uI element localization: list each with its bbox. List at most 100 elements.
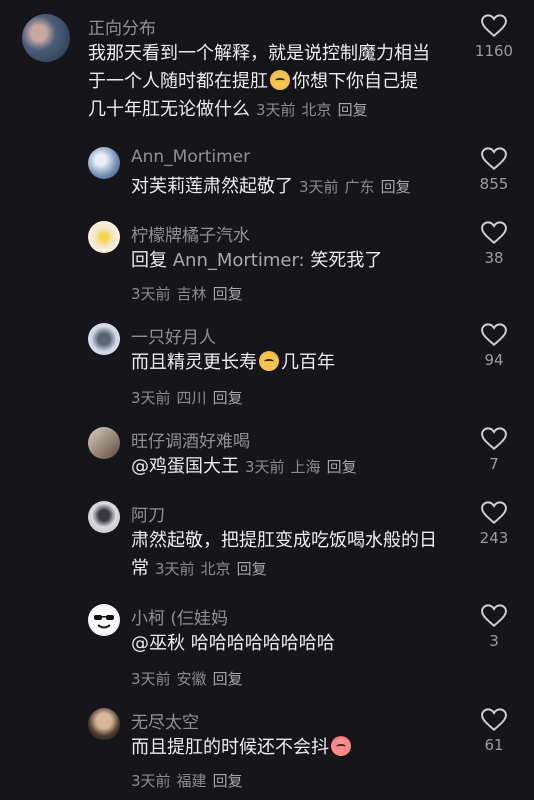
- reply-button[interactable]: 回复: [381, 178, 411, 196]
- reply-username[interactable]: 无尽太空: [131, 708, 199, 733]
- reply-date: 3天前: [299, 178, 339, 196]
- reply-meta: 3天前 上海 回复: [245, 458, 357, 476]
- like-count: 855: [479, 175, 509, 193]
- heart-outline-icon: [481, 221, 507, 245]
- reply-date: 3天前: [155, 560, 195, 578]
- heart-outline-icon: [481, 147, 507, 171]
- reply-button[interactable]: 回复: [213, 285, 243, 303]
- heart-outline-icon: [481, 14, 507, 38]
- reply-username[interactable]: 小柯 (仨娃妈: [131, 604, 228, 629]
- heart-outline-icon: [481, 604, 507, 628]
- avatar[interactable]: [22, 14, 70, 62]
- avatar[interactable]: [88, 708, 120, 740]
- reply-date: 3天前: [245, 458, 285, 476]
- comment-date: 3天前: [256, 101, 296, 119]
- reply-meta: 3天前 北京 回复: [155, 560, 267, 578]
- heart-outline-icon: [481, 501, 507, 525]
- reply-button[interactable]: 回复: [213, 389, 243, 407]
- reply-text-content: @巫秋 哈哈哈哈哈哈哈哈: [131, 633, 335, 654]
- reply-date: 3天前: [131, 772, 171, 790]
- avatar[interactable]: [88, 427, 120, 459]
- reply-location: 四川: [176, 389, 207, 407]
- heart-outline-icon: [481, 708, 507, 732]
- reply-item: 阿刀 肃然起敬，把提肛变成吃饭喝水般的日 常 3天前 北京 回复 243: [0, 499, 534, 589]
- reply-date: 3天前: [131, 389, 171, 407]
- reply-item: 旺仔调酒好难喝 @鸡蛋国大王 3天前 上海 回复 7: [0, 425, 534, 485]
- reply-meta: 3天前 四川 回复: [131, 387, 243, 408]
- reply-text-content: 常: [131, 558, 149, 579]
- emoji-sticker-icon: [259, 351, 279, 371]
- reply-text: 回复 Ann_Mortimer: 笑死我了: [131, 247, 471, 275]
- like-button[interactable]: 1160: [468, 14, 520, 60]
- reply-meta: 3天前 安徽 回复: [131, 668, 243, 689]
- reply-date: 3天前: [131, 285, 171, 303]
- comment-text-line: 于一个人随时都在提肛: [88, 71, 268, 92]
- comment-meta: 3天前 北京 回复: [256, 101, 368, 119]
- avatar[interactable]: [88, 147, 120, 179]
- like-count: 1160: [474, 42, 514, 60]
- like-count: 94: [484, 351, 504, 369]
- reply-username[interactable]: 一只好月人: [131, 323, 216, 348]
- reply-username[interactable]: 柠檬牌橘子汽水: [131, 221, 250, 246]
- mention-username[interactable]: Ann_Mortimer:: [173, 250, 305, 271]
- like-button[interactable]: 243: [468, 501, 520, 547]
- like-count: 38: [484, 249, 504, 267]
- reply-button[interactable]: 回复: [338, 101, 368, 119]
- like-button[interactable]: 94: [468, 323, 520, 369]
- reply-text-content: 对芙莉莲肃然起敬了: [131, 176, 293, 197]
- reply-meta: 3天前 吉林 回复: [131, 283, 243, 304]
- comment-text: 我那天看到一个解释，就是说控制魔力相当 于一个人随时都在提肛 你想下你自己提 几十…: [88, 40, 468, 124]
- emoji-sticker-icon: [331, 736, 351, 756]
- reply-text: 而且精灵更长寿 几百年: [131, 349, 471, 377]
- reply-item: 柠檬牌橘子汽水 回复 Ann_Mortimer: 笑死我了 3天前 吉林 回复 38: [0, 219, 534, 309]
- reply-location: 北京: [200, 560, 231, 578]
- like-count: 7: [489, 455, 499, 473]
- reply-location: 福建: [176, 772, 207, 790]
- reply-text: 对芙莉莲肃然起敬了 3天前 广东 回复: [131, 173, 471, 201]
- heart-outline-icon: [481, 427, 507, 451]
- heart-outline-icon: [481, 323, 507, 347]
- reply-text-content: 而且精灵更长寿: [131, 352, 257, 373]
- avatar[interactable]: [88, 221, 120, 253]
- reply-meta: 3天前 福建 回复: [131, 770, 243, 791]
- reply-text-content[interactable]: @鸡蛋国大王: [131, 456, 239, 477]
- reply-button[interactable]: 回复: [213, 772, 243, 790]
- like-button[interactable]: 38: [468, 221, 520, 267]
- reply-item: 一只好月人 而且精灵更长寿 几百年 3天前 四川 回复 94: [0, 321, 534, 411]
- reply-location: 安徽: [176, 670, 207, 688]
- reply-button[interactable]: 回复: [237, 560, 267, 578]
- avatar[interactable]: [88, 604, 120, 636]
- avatar[interactable]: [88, 323, 120, 355]
- reply-text-content: 几百年: [281, 352, 335, 373]
- like-count: 3: [489, 632, 499, 650]
- reply-location: 上海: [290, 458, 321, 476]
- like-count: 61: [484, 736, 504, 754]
- reply-text: @鸡蛋国大王 3天前 上海 回复: [131, 453, 471, 481]
- like-button[interactable]: 855: [468, 147, 520, 193]
- reply-text-content: 而且提肛的时候还不会抖: [131, 737, 329, 758]
- emoji-sticker-icon: [270, 70, 290, 90]
- comment-text-line: 几十年肛无论做什么: [88, 99, 250, 120]
- reply-text: @巫秋 哈哈哈哈哈哈哈哈: [131, 630, 471, 658]
- reply-button[interactable]: 回复: [213, 670, 243, 688]
- reply-username[interactable]: Ann_Mortimer: [131, 147, 250, 167]
- reply-text-content: 肃然起敬，把提肛变成吃饭喝水般的日: [131, 530, 437, 551]
- reply-button[interactable]: 回复: [327, 458, 357, 476]
- reply-username[interactable]: 旺仔调酒好难喝: [131, 427, 250, 452]
- reply-item: Ann_Mortimer 对芙莉莲肃然起敬了 3天前 广东 回复 855: [0, 145, 534, 205]
- like-button[interactable]: 3: [468, 604, 520, 650]
- avatar[interactable]: [88, 501, 120, 533]
- reply-text: 而且提肛的时候还不会抖: [131, 734, 471, 762]
- reply-prefix: 回复: [131, 250, 167, 271]
- comment-text-line: 我那天看到一个解释，就是说控制魔力相当: [88, 43, 430, 64]
- comment-location: 北京: [301, 101, 332, 119]
- like-button[interactable]: 61: [468, 708, 520, 754]
- comment-username[interactable]: 正向分布: [88, 14, 156, 39]
- reply-location: 广东: [344, 178, 375, 196]
- reply-username[interactable]: 阿刀: [131, 501, 165, 526]
- reply-text: 肃然起敬，把提肛变成吃饭喝水般的日 常 3天前 北京 回复: [131, 527, 476, 583]
- comment-text-line: 你想下你自己提: [292, 71, 418, 92]
- like-button[interactable]: 7: [468, 427, 520, 473]
- reply-location: 吉林: [176, 285, 207, 303]
- reply-text-content: 笑死我了: [310, 250, 383, 271]
